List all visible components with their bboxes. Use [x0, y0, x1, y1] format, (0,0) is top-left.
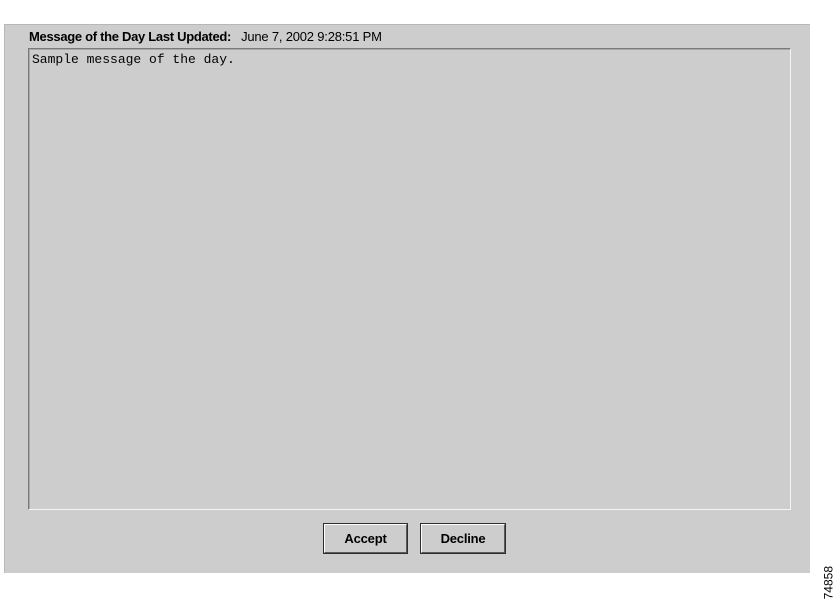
message-text-area[interactable]: Sample message of the day. — [28, 48, 791, 510]
accept-button[interactable]: Accept — [323, 523, 408, 554]
motd-dialog: Message of the Day Last Updated: June 7, … — [4, 24, 810, 573]
last-updated-label: Message of the Day Last Updated: — [29, 29, 232, 44]
figure-number: 74858 — [821, 566, 835, 599]
motd-header: Message of the Day Last Updated: June 7, … — [29, 28, 382, 46]
button-bar: Accept Decline — [323, 523, 506, 554]
last-updated-timestamp: June 7, 2002 9:28:51 PM — [241, 29, 382, 44]
decline-button[interactable]: Decline — [420, 523, 506, 554]
